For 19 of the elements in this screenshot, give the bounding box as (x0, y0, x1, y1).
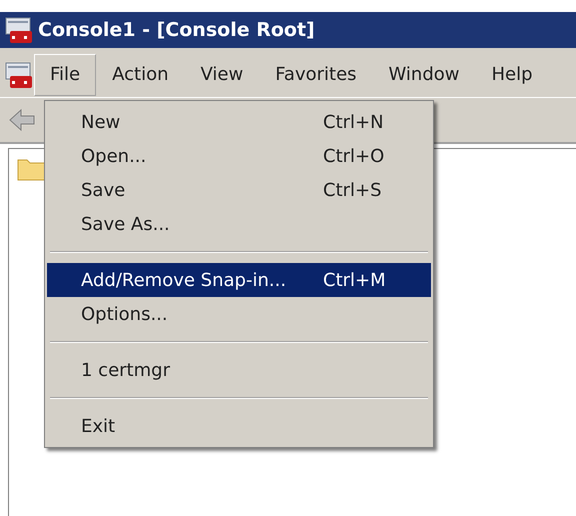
menu-entry[interactable]: Save Ctrl+S (47, 173, 431, 207)
back-arrow-icon[interactable] (8, 106, 36, 134)
menu-item[interactable]: File (34, 54, 96, 96)
menu-entry[interactable]: Add/Remove Snap-in... Ctrl+M (47, 263, 431, 297)
menu-item[interactable]: Help (476, 54, 549, 96)
menu-item[interactable]: View (184, 54, 260, 96)
menu-entry[interactable]: Save As... (47, 207, 431, 241)
menu-entry[interactable]: 1 certmgr (47, 353, 431, 387)
menu-entry[interactable]: New Ctrl+N (47, 105, 431, 139)
toolbox-icon[interactable] (4, 60, 34, 90)
menu-item[interactable]: Window (372, 54, 476, 96)
menu-item[interactable]: Favorites (259, 54, 373, 96)
window-title: Console1 - [Console Root] (38, 18, 315, 43)
toolbox-icon (4, 15, 34, 45)
menu-entry[interactable]: Exit (47, 409, 431, 443)
folder-icon (17, 157, 47, 181)
menu-entry[interactable]: Options... (47, 297, 431, 331)
menu-entry[interactable]: Open... Ctrl+O (47, 139, 431, 173)
menu-item[interactable]: Action (96, 54, 184, 96)
